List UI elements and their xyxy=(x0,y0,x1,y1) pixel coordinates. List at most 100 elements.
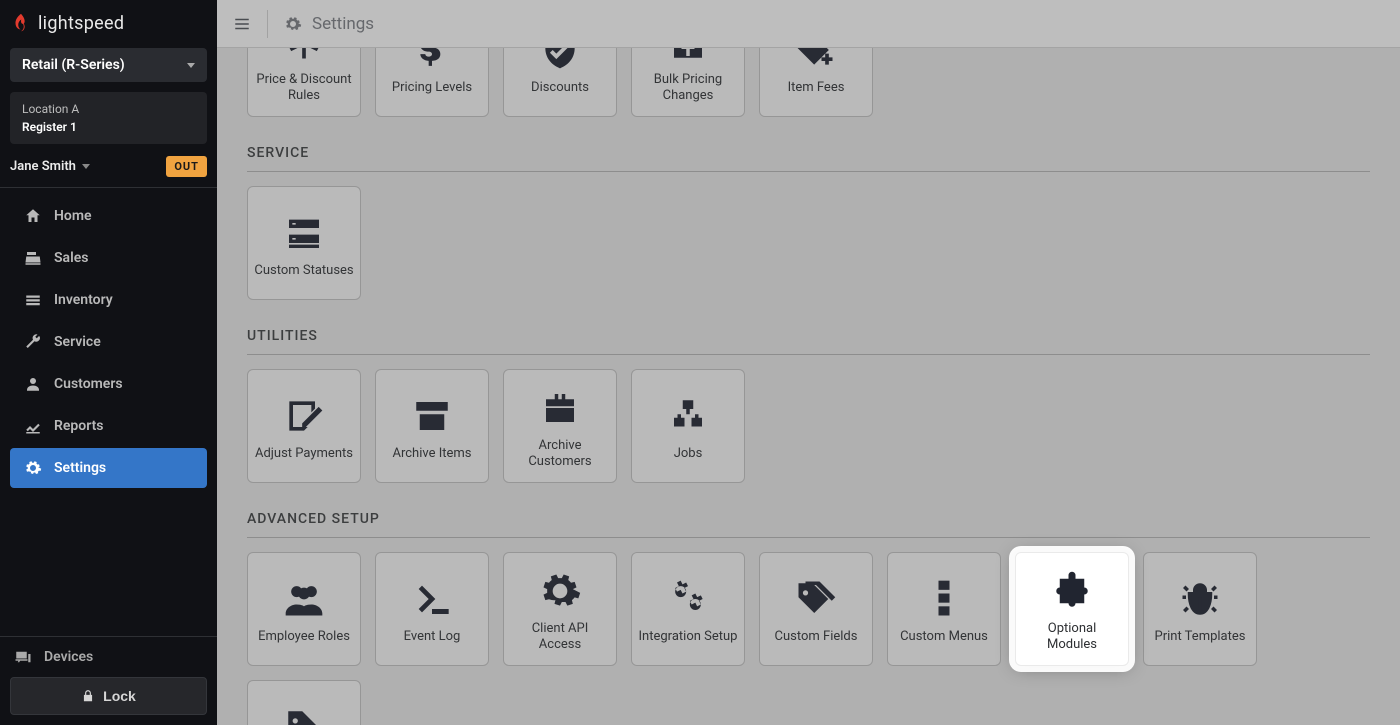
sidebar-item-label: Settings xyxy=(54,460,106,476)
sidebar-item-reports[interactable]: Reports xyxy=(10,406,207,446)
terminal-icon xyxy=(410,579,454,619)
brand-flame-icon xyxy=(10,12,32,34)
tile-label: Jobs xyxy=(674,446,703,462)
tile-label: Print Templates xyxy=(1155,629,1246,645)
bug-icon xyxy=(1179,577,1221,621)
sidebar-item-customers[interactable]: Customers xyxy=(10,364,207,404)
tile-client-api-access[interactable]: Client API Access xyxy=(503,552,617,666)
lock-label: Lock xyxy=(103,688,136,704)
tile-price-discount-rules[interactable]: Price & Discount Rules xyxy=(247,48,361,117)
tile-label: Custom Fields xyxy=(775,629,858,645)
tile-label: Integration Setup xyxy=(639,629,738,645)
upload-box-icon xyxy=(667,48,709,63)
puzzle-icon xyxy=(1049,570,1095,612)
sidebar: lightspeed Retail (R-Series) Location A … xyxy=(0,0,217,725)
lock-button[interactable]: Lock xyxy=(10,677,207,715)
tile-label: Event Log xyxy=(404,629,461,645)
page-title: Settings xyxy=(312,14,374,34)
chart-line-icon xyxy=(24,417,42,435)
content: Price & Discount Rules Pricing Levels Di… xyxy=(217,48,1400,725)
shop-selector[interactable]: Retail (R-Series) xyxy=(10,48,207,82)
register-selector[interactable]: Location A Register 1 xyxy=(10,92,207,144)
pricing-tiles: Price & Discount Rules Pricing Levels Di… xyxy=(247,48,1370,117)
tile-archive-items[interactable]: Archive Items xyxy=(375,369,489,483)
tile-label: Archive Items xyxy=(392,446,471,462)
tile-bulk-pricing-changes[interactable]: Bulk Pricing Changes xyxy=(631,48,745,117)
gear-icon xyxy=(24,459,42,477)
sidebar-item-label: Sales xyxy=(54,250,88,266)
tile-archive-customers[interactable]: Archive Customers xyxy=(503,369,617,483)
edit-square-icon xyxy=(282,394,326,438)
user-row: Jane Smith OUT xyxy=(10,156,207,177)
dots-vertical-icon xyxy=(934,577,954,621)
status-badge-out[interactable]: OUT xyxy=(166,156,207,177)
hamburger-menu[interactable] xyxy=(233,15,251,33)
nav: Home Sales Inventory Service Customers R… xyxy=(0,188,217,636)
register-name: Register 1 xyxy=(22,118,195,136)
server-icon xyxy=(282,213,326,253)
tile-discounts[interactable]: Discounts xyxy=(503,48,617,117)
tile-label: Employee Roles xyxy=(258,629,350,645)
tile-custom-fields[interactable]: Custom Fields xyxy=(759,552,873,666)
tile-label: Discounts xyxy=(531,80,589,96)
tile-label: Custom Statuses xyxy=(254,263,353,279)
sidebar-item-service[interactable]: Service xyxy=(10,322,207,362)
tile-label: Price & Discount Rules xyxy=(254,72,354,105)
tile-event-log[interactable]: Event Log xyxy=(375,552,489,666)
tile-integration-setup[interactable]: Integration Setup xyxy=(631,552,745,666)
tile-custom-statuses[interactable]: Custom Statuses xyxy=(247,186,361,300)
tile-adjust-payments[interactable]: Adjust Payments xyxy=(247,369,361,483)
dollar-icon xyxy=(412,48,452,70)
main: Settings Price & Discount Rules Pricing … xyxy=(217,0,1400,725)
register-location: Location A xyxy=(22,100,195,118)
sidebar-bottom: Devices Lock xyxy=(0,637,217,725)
hamburger-icon xyxy=(233,15,251,33)
tag-icon xyxy=(282,706,326,725)
tile-jobs[interactable]: Jobs xyxy=(631,369,745,483)
sidebar-item-sales[interactable]: Sales xyxy=(10,238,207,278)
topbar: Settings xyxy=(217,0,1400,48)
gear-icon xyxy=(538,569,582,613)
tile-label: Optional Modules xyxy=(1022,621,1122,654)
shop-selector-label: Retail (R-Series) xyxy=(22,57,125,73)
sidebar-item-label: Inventory xyxy=(54,292,113,308)
tile-pricing-levels[interactable]: Pricing Levels xyxy=(375,48,489,117)
section-title-service: SERVICE xyxy=(247,117,1370,172)
asterisk-icon xyxy=(282,48,326,64)
tags-plus-icon xyxy=(794,48,838,72)
tile-label: Adjust Payments xyxy=(255,446,353,462)
tile-item-fees[interactable]: Item Fees xyxy=(759,48,873,117)
tile-label: Archive Customers xyxy=(510,438,610,471)
tile-custom-menus[interactable]: Custom Menus xyxy=(887,552,1001,666)
tile-print-templates[interactable]: Print Templates xyxy=(1143,552,1257,666)
sitemap-icon xyxy=(665,395,711,437)
brand: lightspeed xyxy=(0,0,217,42)
tile-optional-modules[interactable]: Optional Modules xyxy=(1015,552,1129,666)
lock-icon xyxy=(81,689,95,703)
cash-register-icon xyxy=(24,249,42,267)
sidebar-item-label: Reports xyxy=(54,418,104,434)
divider xyxy=(267,10,268,38)
sidebar-item-home[interactable]: Home xyxy=(10,196,207,236)
gear-icon xyxy=(284,15,302,33)
tile-employee-roles[interactable]: Employee Roles xyxy=(247,552,361,666)
user-name: Jane Smith xyxy=(10,159,76,174)
shield-check-icon xyxy=(538,48,582,72)
tile-label: Pricing Levels xyxy=(392,80,472,96)
sidebar-item-settings[interactable]: Settings xyxy=(10,448,207,488)
gears-icon xyxy=(664,577,712,621)
sidebar-item-inventory[interactable]: Inventory xyxy=(10,280,207,320)
sidebar-item-devices[interactable]: Devices xyxy=(10,637,207,677)
sidebar-item-label: Devices xyxy=(44,649,93,665)
tile-label-editor[interactable]: Label Editor xyxy=(247,680,361,725)
advanced-tiles: Employee Roles Event Log Client API Acce… xyxy=(247,552,1370,725)
page-title-wrap: Settings xyxy=(284,14,374,34)
sidebar-item-label: Home xyxy=(54,208,92,224)
sidebar-item-label: Service xyxy=(54,334,101,350)
tile-label: Item Fees xyxy=(788,80,845,96)
archive-box-icon xyxy=(411,395,453,437)
brand-text: lightspeed xyxy=(38,13,124,34)
section-title-utilities: UTILITIES xyxy=(247,300,1370,355)
user-menu[interactable]: Jane Smith xyxy=(10,159,90,174)
tags-icon xyxy=(792,578,840,620)
